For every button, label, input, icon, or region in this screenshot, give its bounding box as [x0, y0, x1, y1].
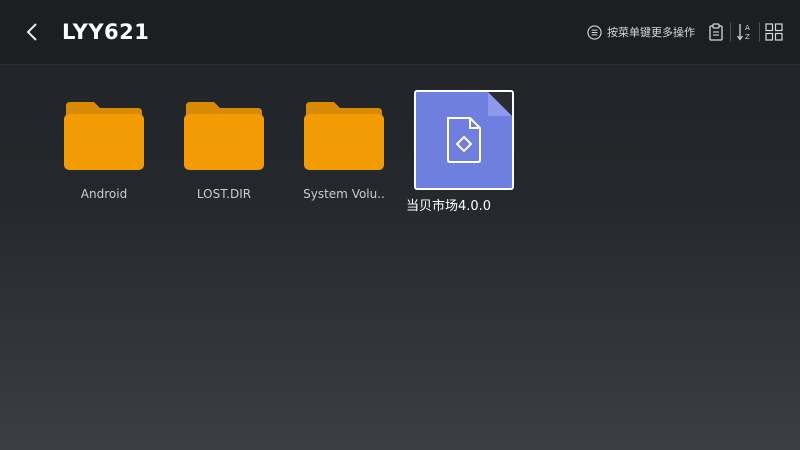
menu-hint-text: 按菜单键更多操作 — [607, 24, 695, 40]
selected-file-card — [414, 90, 514, 190]
clipboard-icon — [708, 23, 724, 41]
page-title: LYY621 — [62, 17, 149, 47]
toolbar-divider — [759, 22, 760, 42]
grid-view-icon — [765, 23, 783, 41]
apk-file-item[interactable]: 当贝市场4.0.0 — [414, 90, 514, 215]
folder-item-lost-dir[interactable]: LOST.DIR — [174, 90, 274, 215]
folder-icon — [304, 100, 384, 170]
folder-item-system-volume[interactable]: System Volu.. — [294, 90, 394, 215]
sort-button[interactable]: A Z — [733, 20, 757, 44]
view-mode-button[interactable] — [762, 20, 786, 44]
toolbar-divider — [730, 22, 731, 42]
folder-icon — [184, 100, 264, 170]
back-button[interactable] — [16, 16, 48, 48]
svg-text:A: A — [745, 24, 750, 32]
menu-circle-icon — [587, 25, 602, 40]
folder-icon — [64, 100, 144, 170]
apk-file-icon — [444, 116, 484, 164]
item-label: System Volu.. — [294, 187, 394, 201]
corner-fold-icon — [488, 92, 512, 116]
menu-hint: 按菜单键更多操作 — [587, 22, 695, 42]
clipboard-button[interactable] — [704, 20, 728, 44]
item-label: LOST.DIR — [174, 187, 274, 201]
folder-item-android[interactable]: Android — [54, 90, 154, 215]
item-label: 当贝市场4.0.0 — [406, 195, 526, 214]
item-label: Android — [54, 187, 154, 201]
svg-text:Z: Z — [745, 33, 750, 41]
sort-az-icon: A Z — [736, 22, 754, 42]
top-bar: LYY621 按菜单键更多操作 A Z — [0, 0, 800, 65]
chevron-left-icon — [25, 22, 39, 42]
